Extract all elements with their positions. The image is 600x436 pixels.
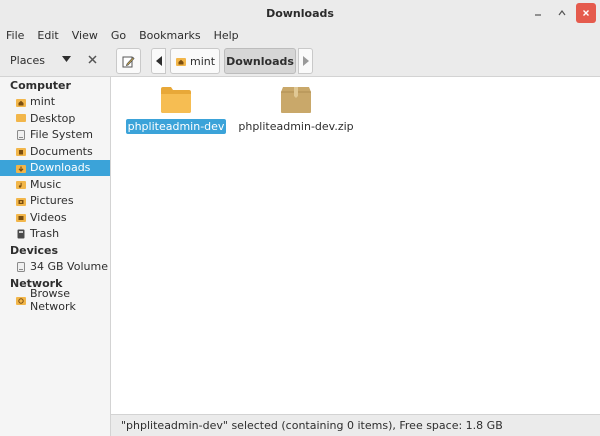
sidebar-item-downloads[interactable]: Downloads xyxy=(0,159,110,176)
sidebar-item-mint[interactable]: mint xyxy=(0,94,110,111)
breadcrumb-mint[interactable]: mint xyxy=(170,48,220,74)
sidebar-item-trash[interactable]: Trash xyxy=(0,226,110,243)
arrow-right-icon xyxy=(302,56,309,66)
sidebar-item-label: Pictures xyxy=(30,194,74,208)
menu-view[interactable]: View xyxy=(72,29,98,42)
close-sidebar-icon[interactable] xyxy=(88,55,97,64)
network-icon xyxy=(16,296,26,305)
sidebar-item-label: Downloads xyxy=(30,161,91,175)
music-icon xyxy=(16,181,26,190)
section-devices: Devices xyxy=(10,243,59,257)
edit-pencil-icon xyxy=(122,56,135,67)
status-text: "phpliteadmin-dev" selected (containing … xyxy=(121,419,503,432)
file-view[interactable]: phpliteadmin-dev phpliteadmin-dev.zip xyxy=(112,77,600,414)
places-label[interactable]: Places xyxy=(10,54,45,67)
window-title: Downloads xyxy=(266,6,334,20)
documents-icon xyxy=(16,148,26,157)
breadcrumb-label-mint: mint xyxy=(190,54,216,68)
window-controls xyxy=(528,3,596,23)
close-button[interactable] xyxy=(576,3,596,23)
sidebar: Computer mint Desktop File System Docume… xyxy=(0,77,111,436)
forward-button[interactable] xyxy=(298,48,313,74)
section-computer: Computer xyxy=(10,78,71,92)
sidebar-item-music[interactable]: Music xyxy=(0,176,110,193)
sidebar-item-label: 34 GB Volume xyxy=(30,260,108,274)
drive-icon xyxy=(17,261,25,272)
sidebar-item-label: mint xyxy=(30,95,56,109)
minimize-button[interactable] xyxy=(528,3,548,23)
sidebar-item-label: Videos xyxy=(30,210,67,224)
sidebar-item-file-system[interactable]: File System xyxy=(0,127,110,144)
maximize-icon xyxy=(558,10,566,16)
sidebar-item-label: Trash xyxy=(30,227,60,241)
file-item-zip[interactable]: phpliteadmin-dev.zip xyxy=(238,86,354,134)
status-bar: "phpliteadmin-dev" selected (containing … xyxy=(111,414,600,436)
breadcrumb-downloads[interactable]: Downloads xyxy=(224,48,296,74)
sidebar-item-desktop[interactable]: Desktop xyxy=(0,110,110,127)
toolbar: Places mint Downloads xyxy=(0,44,600,77)
dropdown-arrow-icon[interactable] xyxy=(62,56,71,62)
menu-help[interactable]: Help xyxy=(214,29,239,42)
places-header: Places xyxy=(0,44,111,77)
sidebar-item-label: File System xyxy=(30,128,93,142)
arrow-left-icon xyxy=(155,56,162,66)
menu-go[interactable]: Go xyxy=(111,29,126,42)
videos-icon xyxy=(16,214,26,223)
desktop-icon xyxy=(16,114,26,123)
sidebar-item-pictures[interactable]: Pictures xyxy=(0,193,110,210)
home-icon xyxy=(176,58,186,66)
trash-icon xyxy=(17,229,25,239)
folder-icon xyxy=(161,87,191,113)
back-button[interactable] xyxy=(151,48,166,74)
home-icon xyxy=(16,98,26,107)
maximize-button[interactable] xyxy=(552,3,572,23)
file-name: phpliteadmin-dev.zip xyxy=(238,120,354,133)
sidebar-item-volume[interactable]: 34 GB Volume xyxy=(0,259,110,276)
title-bar: Downloads xyxy=(0,0,600,26)
sidebar-item-label: Browse Network xyxy=(30,286,76,313)
sidebar-item-label: Documents xyxy=(30,144,93,158)
menu-file[interactable]: File xyxy=(6,29,24,42)
sidebar-item-label: Music xyxy=(30,177,62,191)
downloads-icon xyxy=(16,164,26,173)
menu-bookmarks[interactable]: Bookmarks xyxy=(139,29,200,42)
close-icon xyxy=(583,10,589,16)
minimize-icon xyxy=(535,14,541,16)
breadcrumb-label-downloads: Downloads xyxy=(226,54,294,68)
file-item-folder[interactable]: phpliteadmin-dev xyxy=(125,86,227,134)
toggle-location-button[interactable] xyxy=(116,48,141,74)
sidebar-item-videos[interactable]: Videos xyxy=(0,209,110,226)
sidebar-item-documents[interactable]: Documents xyxy=(0,143,110,160)
drive-icon xyxy=(17,129,25,140)
archive-icon xyxy=(281,87,311,113)
file-name: phpliteadmin-dev xyxy=(125,119,227,134)
menu-edit[interactable]: Edit xyxy=(37,29,58,42)
menu-bar: File Edit View Go Bookmarks Help xyxy=(0,26,600,44)
pictures-icon xyxy=(16,197,26,206)
sidebar-item-label: Desktop xyxy=(30,111,76,125)
sidebar-item-browse-network[interactable]: Browse Network xyxy=(0,287,110,313)
